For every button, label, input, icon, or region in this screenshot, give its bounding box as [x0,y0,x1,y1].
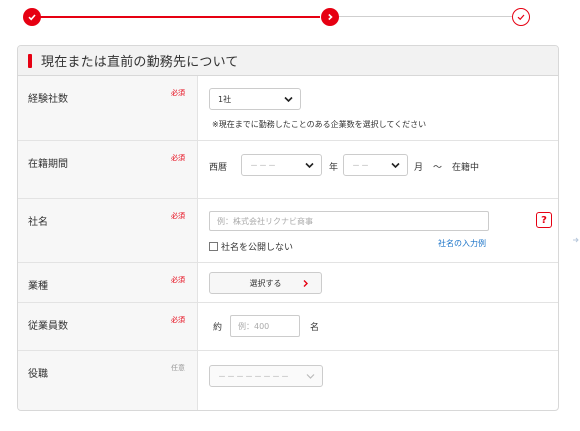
hide-company-name-label: 社名を公開しない [221,243,294,253]
section-header: 現在または直前の勤務先について [18,46,558,76]
employees-suffix: 名 [310,323,320,333]
chevron-down-icon [306,374,315,379]
required-tag: 必須 [171,212,185,220]
progress-line-pending [338,16,512,17]
tenure-month-placeholder: －－ [352,160,370,170]
hide-company-name-checkbox[interactable] [209,242,218,251]
row-label-cell: 役職 任意 [18,351,198,410]
optional-tag: 任意 [171,364,185,372]
row-employees: 従業員数 必須 約 例：400 名 [18,303,558,351]
step-1-check-icon [23,8,41,26]
tilde-separator: ～ [433,163,443,173]
row-tenure: 在籍期間 必須 西暦 －－－ 年 －－ 月 ～ 在籍中 [18,141,558,199]
employees-prefix: 約 [213,323,223,333]
row-label-cell: 社名 必須 [18,199,198,262]
companies-count-value: 1社 [218,94,232,104]
chevron-down-icon [284,96,293,103]
step-2-chevron-right-icon [321,8,339,26]
company-name-placeholder: 例：株式会社リクナビ商事 [217,216,313,226]
section-title: 現在または直前の勤務先について [41,55,239,70]
tenure-month-select[interactable]: －－ [343,154,408,176]
side-arrow-icon [573,237,579,243]
row-label-cell: 従業員数 必須 [18,303,198,350]
row-content-cell: 例：株式会社リクナビ商事 ? 社名を公開しない 社名の入力例 [198,199,558,262]
chevron-right-icon [303,280,308,287]
company-name-example-link[interactable]: 社名の入力例 [438,238,486,249]
industry-select-button[interactable]: 選択する [209,272,322,294]
month-unit: 月 [414,163,424,173]
required-tag: 必須 [171,89,185,97]
progress-line-complete [38,16,320,18]
required-tag: 必須 [171,154,185,162]
companies-count-note: ※現在までに勤務したことのある企業数を選択してください [212,120,427,129]
year-unit: 年 [329,163,339,173]
employees-input[interactable]: 例：400 [230,315,300,337]
tenure-year-select[interactable]: －－－ [241,154,322,176]
company-name-input[interactable]: 例：株式会社リクナビ商事 [209,211,489,231]
step-3-check-circle-icon [512,8,530,26]
employment-form-card: 現在または直前の勤務先について 経験社数 必須 1社 ※現在までに勤務したことの… [17,45,559,411]
employees-label: 従業員数 [28,321,68,332]
tenure-year-placeholder: －－－ [250,160,277,170]
position-placeholder: －－－－－－－－ [218,371,290,381]
employees-placeholder: 例：400 [238,321,270,331]
required-tag: 必須 [171,316,185,324]
currently-employed-text: 在籍中 [452,163,480,173]
help-question-mark: ? [541,214,547,226]
companies-count-label: 経験社数 [28,94,68,105]
required-tag: 必須 [171,276,185,284]
row-position: 役職 任意 －－－－－－－－ [18,351,558,410]
row-content-cell: －－－－－－－－ [198,351,558,410]
row-content-cell: 1社 ※現在までに勤務したことのある企業数を選択してください [198,76,558,140]
row-content-cell: 西暦 －－－ 年 －－ 月 ～ 在籍中 [198,141,558,198]
position-label: 役職 [28,369,48,380]
tenure-label: 在籍期間 [28,159,68,170]
industry-label: 業種 [28,281,48,292]
chevron-down-icon [391,162,400,169]
row-label-cell: 業種 必須 [18,263,198,302]
row-label-cell: 経験社数 必須 [18,76,198,140]
hide-company-name-option[interactable]: 社名を公開しない [209,240,293,253]
progress-steps [0,0,580,40]
companies-count-select[interactable]: 1社 [209,88,301,110]
section-accent-bar [28,53,32,68]
industry-select-label: 選択する [249,278,282,288]
position-select[interactable]: －－－－－－－－ [209,365,323,387]
row-companies-count: 経験社数 必須 1社 ※現在までに勤務したことのある企業数を選択してください [18,76,558,141]
help-question-icon[interactable]: ? [536,212,552,228]
row-industry: 業種 必須 選択する [18,263,558,303]
company-name-label: 社名 [28,217,48,228]
row-label-cell: 在籍期間 必須 [18,141,198,198]
row-content-cell: 約 例：400 名 [198,303,558,350]
era-label: 西暦 [209,163,228,173]
row-content-cell: 選択する [198,263,558,302]
chevron-down-icon [305,162,314,169]
row-company-name: 社名 必須 例：株式会社リクナビ商事 ? 社名を公開しない 社名の入力例 [18,199,558,263]
